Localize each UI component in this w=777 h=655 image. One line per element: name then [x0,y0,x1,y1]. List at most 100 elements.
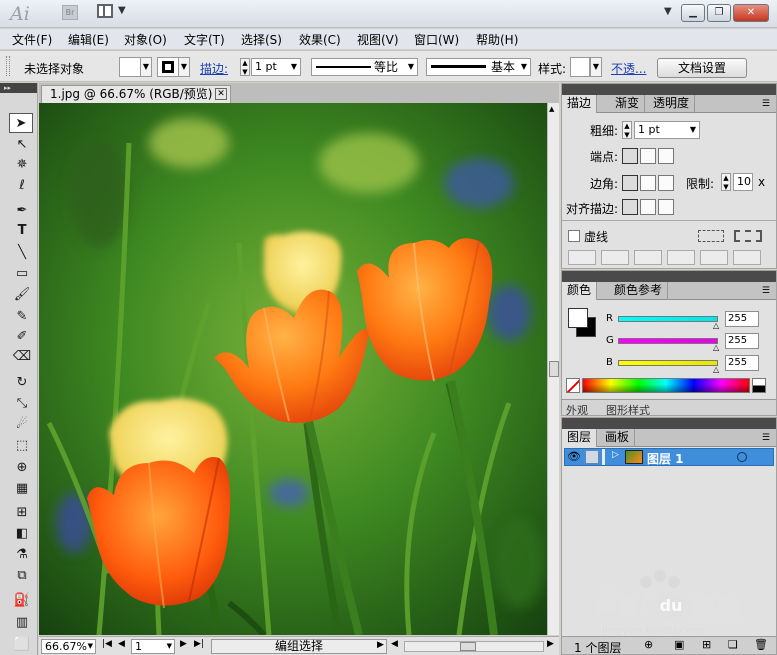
panel-header[interactable] [562,271,776,282]
last-artboard-icon[interactable]: ▶| [194,639,204,649]
tab-transparency[interactable]: 透明度 [648,95,696,113]
align-outside-button[interactable] [658,199,674,215]
none-color-swatch[interactable] [566,378,580,393]
type-tool[interactable]: T [10,221,34,241]
zoom-field[interactable]: 66.67% ▼ [41,639,96,654]
column-graph-tool[interactable]: ▥ [10,613,34,633]
dash-field-2[interactable] [634,250,662,265]
butt-cap-button[interactable] [622,148,638,164]
stroke-swatch[interactable] [157,57,179,77]
black-white-swatch[interactable] [752,378,766,393]
dash-field-1[interactable] [568,250,596,265]
scroll-left-icon[interactable]: ◀ [391,639,398,649]
fill-swatch[interactable] [119,57,141,77]
gap-field-1[interactable] [601,250,629,265]
magic-wand-tool[interactable]: ✵ [10,155,34,175]
vertical-scrollbar[interactable]: ▲ [547,103,559,635]
blob-brush-tool[interactable]: ✐ [10,327,34,347]
selection-tool[interactable]: ➤ [9,113,33,133]
blue-slider[interactable] [618,360,718,366]
stroke-link[interactable]: 描边: [200,60,228,77]
weight-stepper[interactable]: ▲ ▼ [622,121,632,139]
panel-menu-icon[interactable]: ☰ [762,433,770,443]
menu-window[interactable]: 窗口(W) [414,31,459,48]
menu-object[interactable]: 对象(O) [124,31,167,48]
free-transform-tool[interactable]: ⬚ [10,436,34,456]
green-value-field[interactable]: 255 [725,333,759,349]
tab-artboards[interactable]: 画板 [600,429,636,447]
dash-preserve-icon[interactable] [698,230,724,242]
graphic-style-swatch[interactable] [570,57,590,77]
tab-layers[interactable]: 图层 [562,429,598,447]
lasso-tool[interactable]: ℓ [10,176,34,196]
panel-header[interactable] [562,84,776,95]
rectangle-tool[interactable]: ▭ [10,264,34,284]
layer-name[interactable]: 图层 1 [647,450,684,467]
gradient-tool[interactable]: ◧ [10,524,34,544]
limit-stepper[interactable]: ▲ ▼ [721,173,731,191]
dash-align-icon[interactable] [734,230,762,242]
artboard-field[interactable]: 1 ▼ [131,639,175,654]
tab-stroke[interactable]: 描边 [562,95,598,113]
first-artboard-icon[interactable]: |◀ [102,639,112,649]
tools-panel-header[interactable]: ▸▸ [0,83,37,93]
tab-color[interactable]: 颜色 [562,282,598,300]
stroke-dropdown[interactable]: ▼ [178,57,190,77]
style-dropdown[interactable]: ▼ [590,57,602,77]
panel-menu-icon[interactable]: ☰ [762,99,770,109]
projecting-cap-button[interactable] [658,148,674,164]
line-tool[interactable]: ╲ [10,243,34,263]
restore-button[interactable]: ❐ [707,4,731,22]
status-display[interactable]: 编组选择 [211,639,387,654]
collapsed-appearance-tabs[interactable]: 外观 图形样式 [562,399,776,415]
miter-join-button[interactable] [622,175,638,191]
mesh-tool[interactable]: ⊞ [10,503,34,523]
blue-value-field[interactable]: 255 [725,355,759,371]
pencil-tool[interactable]: ✎ [10,307,34,327]
menu-type[interactable]: 文字(T) [184,31,225,48]
tab-appearance[interactable]: 外观 [566,402,588,415]
perspective-grid-tool[interactable]: ▦ [10,479,34,499]
menu-help[interactable]: 帮助(H) [476,31,518,48]
document-canvas[interactable] [39,103,547,635]
tab-gradient[interactable]: 渐变 [610,95,646,113]
slider-thumb-icon[interactable]: △ [713,321,719,330]
menu-select[interactable]: 选择(S) [241,31,282,48]
tab-graphic-styles[interactable]: 图形样式 [606,402,650,415]
green-slider[interactable] [618,338,718,344]
arrange-documents-icon[interactable] [97,4,113,18]
eyedropper-tool[interactable]: ⚗ [10,545,34,565]
round-cap-button[interactable] [640,148,656,164]
round-join-button[interactable] [640,175,656,191]
artboard-tool[interactable]: ⬜ [10,635,34,655]
menu-effect[interactable]: 效果(C) [299,31,341,48]
expand-triangle-icon[interactable]: ▷ [612,450,619,460]
previous-artboard-icon[interactable]: ◀ [118,639,125,649]
eye-visibility-icon[interactable]: 👁 [567,450,581,463]
align-center-button[interactable] [622,199,638,215]
chevron-down-icon[interactable]: ▼ [118,5,126,16]
stroke-weight-stepper[interactable]: ▲ ▼ [240,58,250,76]
document-tab[interactable]: 1.jpg @ 66.67% (RGB/预览) ✕ [41,85,231,103]
close-tab-icon[interactable]: ✕ [215,88,227,100]
slider-thumb-icon[interactable]: △ [713,365,719,374]
slider-thumb-icon[interactable]: △ [713,343,719,352]
close-button[interactable]: ✕ [733,4,769,22]
gap-field-2[interactable] [667,250,695,265]
target-circle-icon[interactable] [737,452,747,462]
scroll-right-icon[interactable]: ▶ [547,639,554,649]
tab-color-guide[interactable]: 颜色参考 [609,282,669,300]
panel-menu-icon[interactable]: ☰ [762,286,770,296]
horizontal-scroll-thumb[interactable] [460,642,476,651]
scale-tool[interactable]: ⤡ [10,394,34,414]
rotate-tool[interactable]: ↻ [10,373,34,393]
red-slider[interactable] [618,316,718,322]
stroke-weight-field[interactable]: 1 pt ▼ [251,58,301,76]
color-spectrum[interactable] [582,378,750,393]
scrollbar-thumb[interactable] [549,361,559,377]
menu-edit[interactable]: 编辑(E) [68,31,109,48]
panel-grip[interactable] [6,56,10,76]
bridge-button[interactable]: Br [62,5,78,20]
minimize-button[interactable]: ▁ [681,4,705,22]
gap-field-3[interactable] [733,250,761,265]
